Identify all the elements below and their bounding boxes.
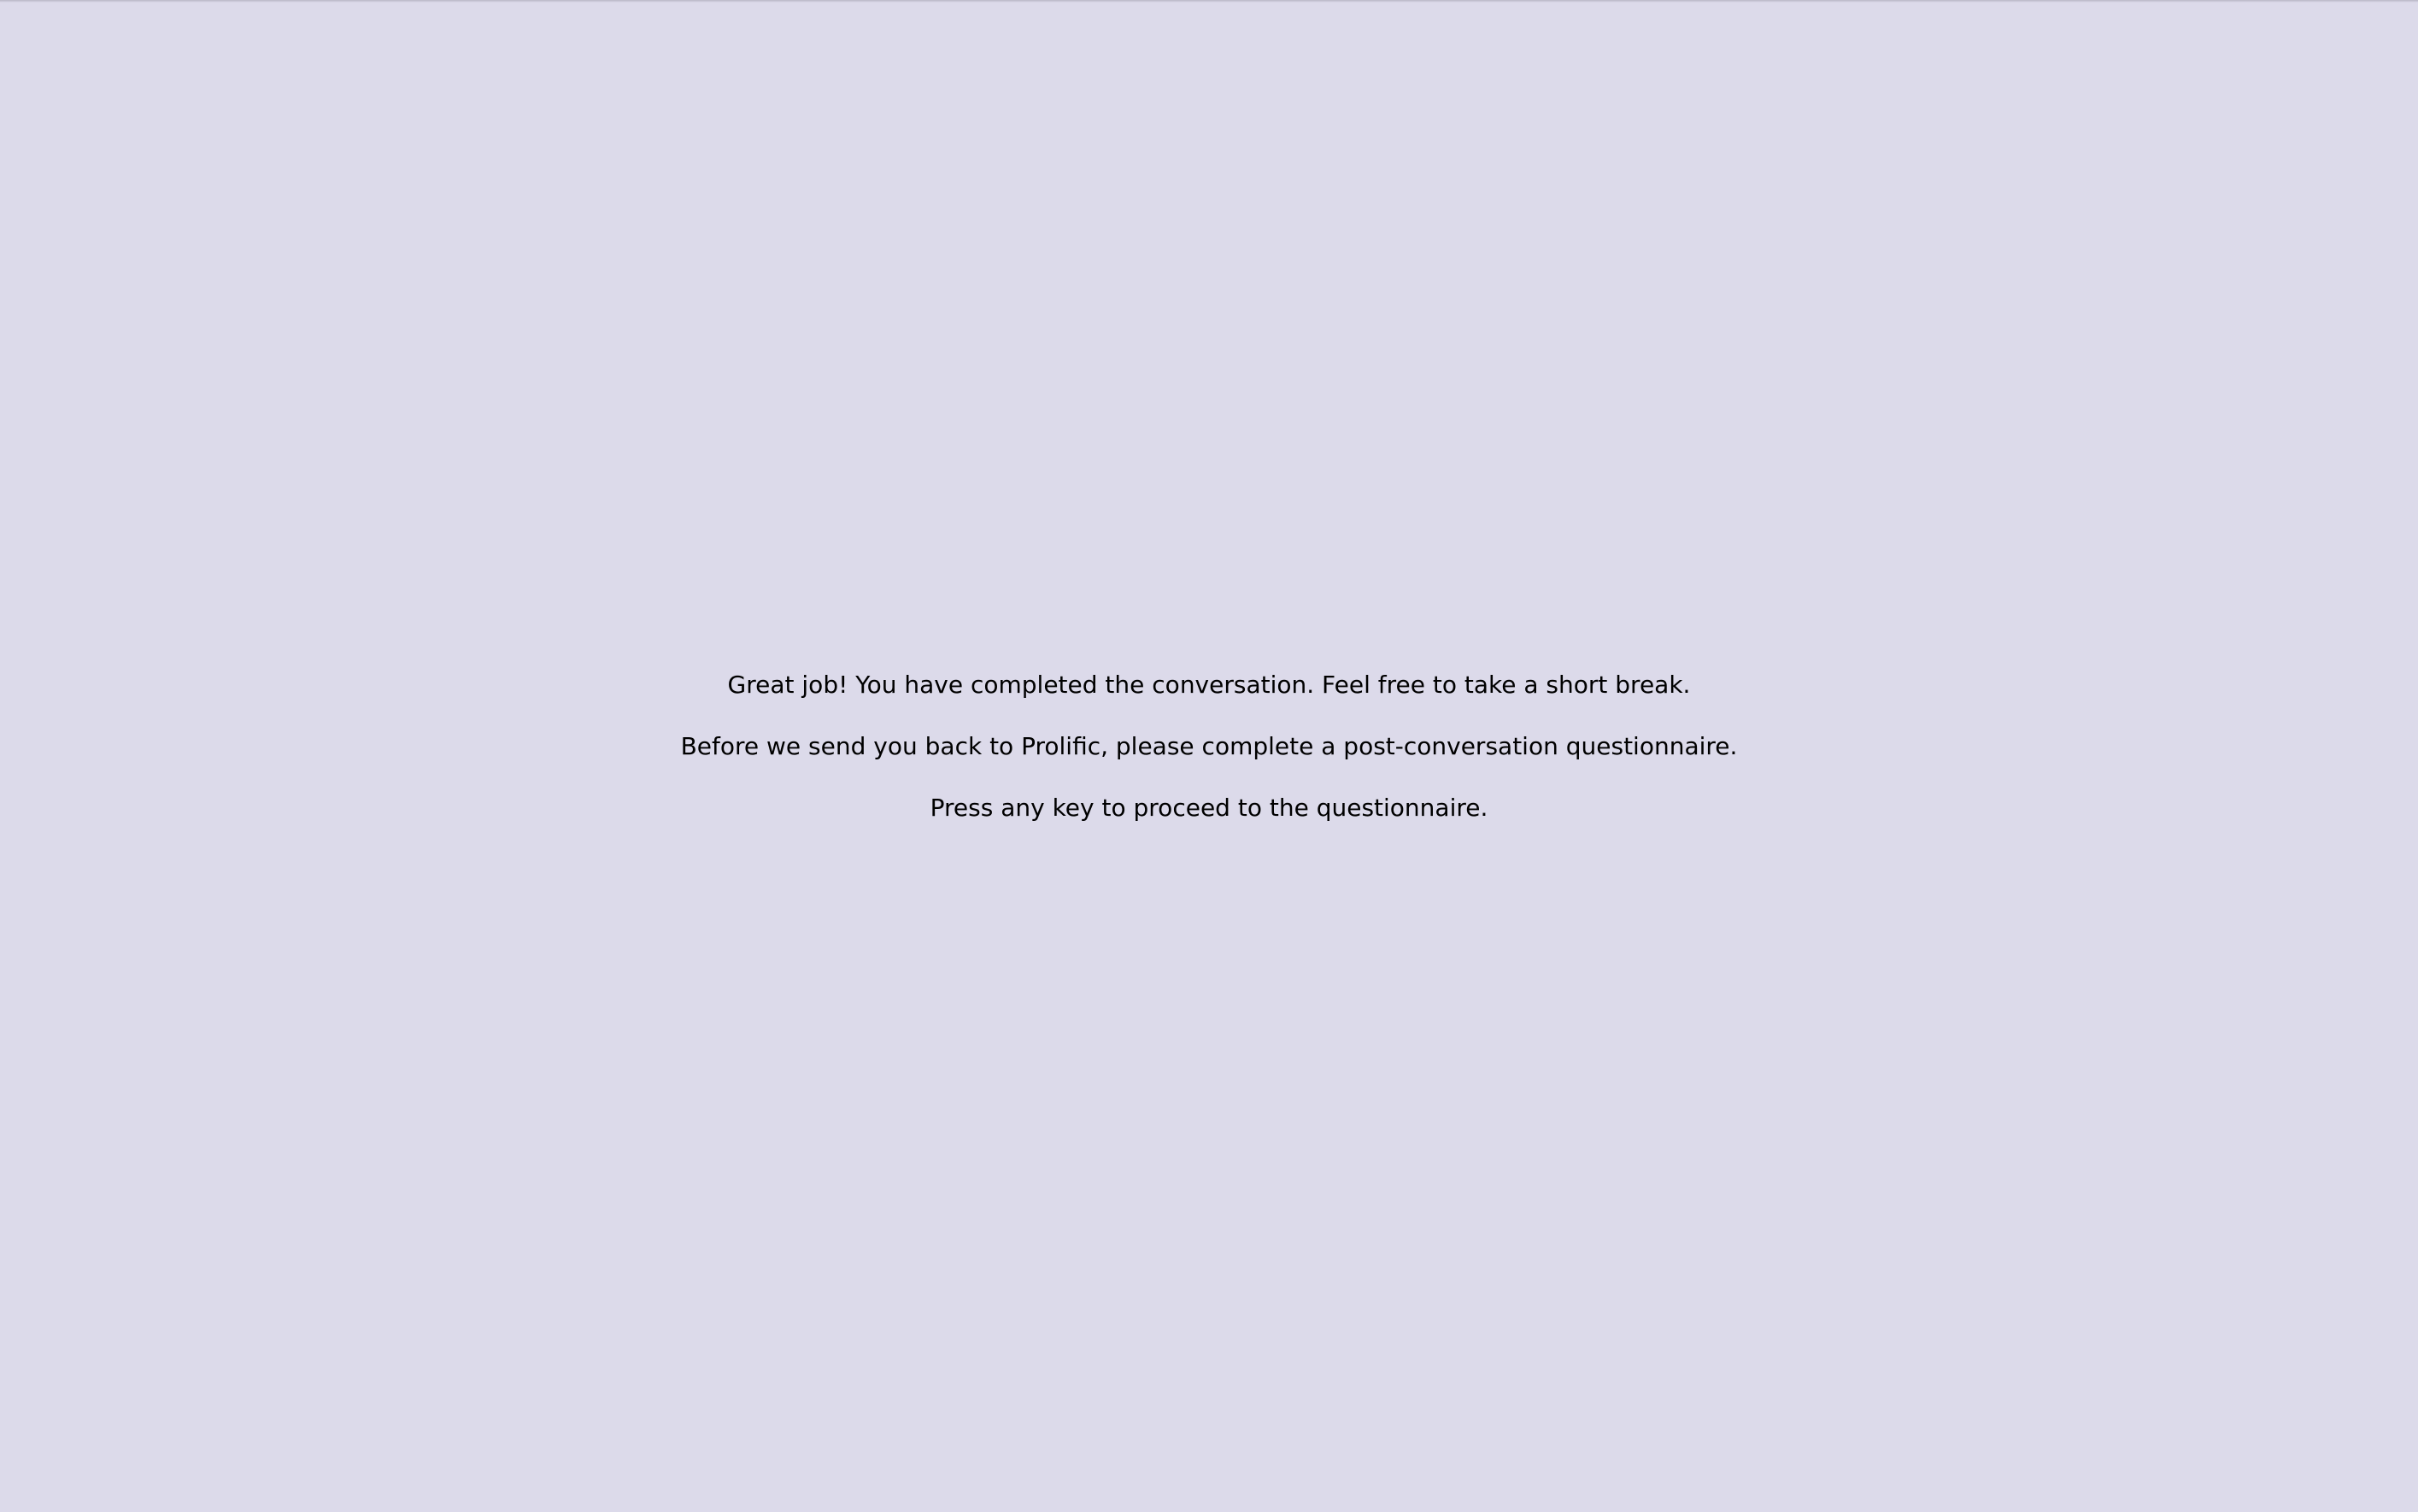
top-edge-shadow — [0, 0, 2418, 3]
completion-text: Great job! You have completed the conver… — [727, 671, 1691, 699]
completion-screen[interactable]: { "theme": { "background": "#dcdaea", "t… — [0, 0, 2418, 1512]
questionnaire-notice: Before we send you back to Prolific, ple… — [680, 732, 1738, 760]
completion-message: Great job! You have completed the conver… — [0, 670, 2418, 854]
proceed-instruction: Press any key to proceed to the question… — [930, 794, 1488, 822]
